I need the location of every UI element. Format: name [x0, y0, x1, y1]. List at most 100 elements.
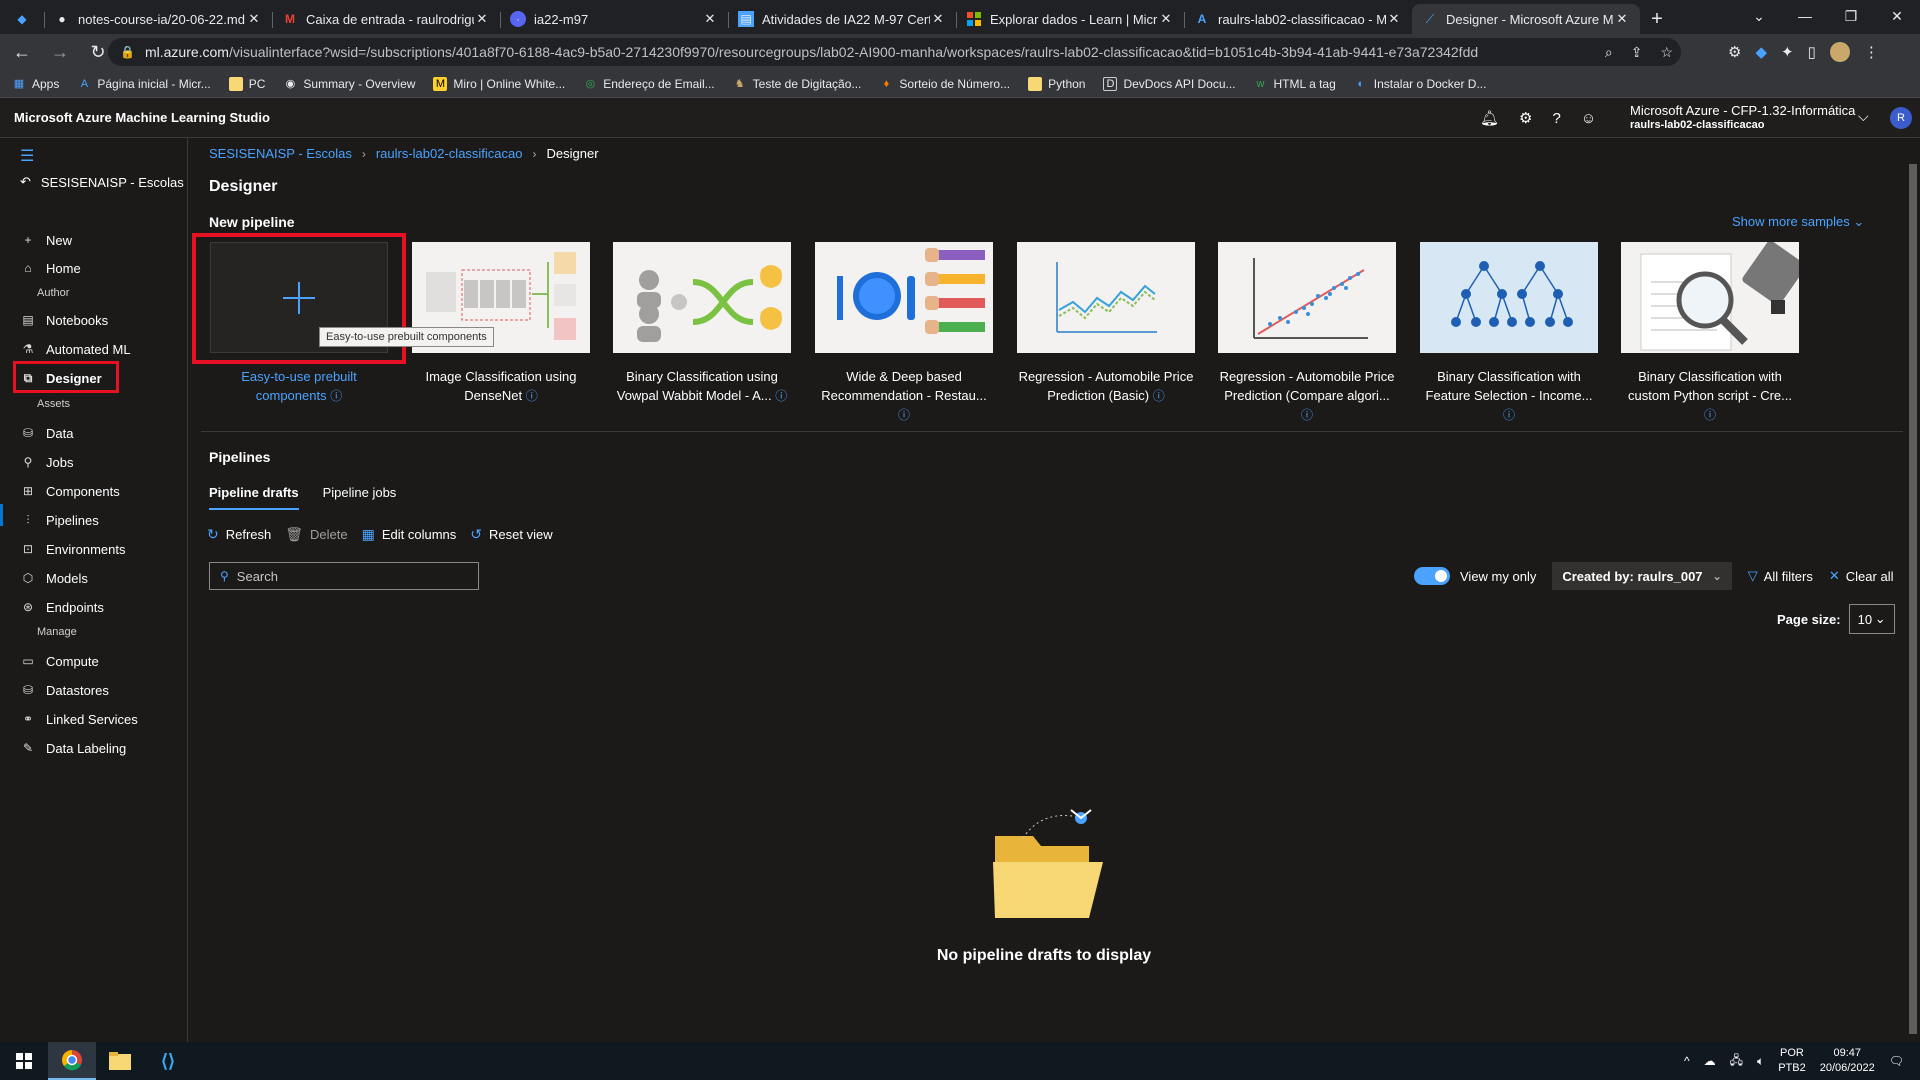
bookmark[interactable]: ◐ Instalar o Docker D...	[1354, 77, 1486, 91]
chevron-up-icon[interactable]: ^	[1684, 1054, 1690, 1068]
close-icon[interactable]: ✕	[930, 11, 946, 27]
onedrive-icon[interactable]: ☁	[1704, 1054, 1716, 1068]
sidebar-item-new[interactable]: + New	[20, 228, 180, 252]
scrollbar-thumb[interactable]	[1909, 164, 1917, 1034]
close-icon[interactable]: ✕	[702, 11, 718, 27]
close-icon[interactable]: ✕	[1614, 11, 1630, 27]
sidebar-item-data[interactable]: ⛁ Data	[20, 421, 180, 445]
bookmark[interactable]: D DevDocs API Docu...	[1103, 76, 1236, 91]
bell-icon[interactable]: 🔔︎	[1480, 109, 1499, 127]
hamburger-menu-icon[interactable]: ☰	[20, 146, 34, 166]
info-icon[interactable]: ⓘ	[1704, 408, 1716, 422]
sidebar-item-endpoints[interactable]: ⊛ Endpoints	[20, 595, 180, 619]
chevron-down-icon[interactable]: ⌵	[1858, 108, 1869, 125]
forward-button[interactable]: →	[44, 36, 76, 68]
browser-tab[interactable]: Explorar dados - Learn | Micros ✕	[956, 4, 1184, 34]
bookmark[interactable]: M Miro | Online White...	[433, 76, 565, 91]
edit-columns-button[interactable]: ▦ Edit columns	[362, 526, 457, 543]
sample-card-python-script[interactable]: Binary Classification with custom Python …	[1621, 242, 1799, 425]
sample-card-feature-selection[interactable]: Binary Classification with Feature Select…	[1420, 242, 1598, 425]
sample-card-regression-compare[interactable]: Regression - Automobile Price Prediction …	[1218, 242, 1396, 425]
all-filters-button[interactable]: ▽ All filters	[1748, 568, 1813, 584]
language-indicator[interactable]: POR PTB2	[1778, 1046, 1806, 1076]
browser-tab[interactable]: ◆	[0, 4, 44, 34]
bookmark[interactable]: ♦ Sorteio de Número...	[879, 77, 1011, 91]
sidebar-item-automated-ml[interactable]: ⚗ Automated ML	[20, 337, 180, 361]
card-label[interactable]: Image Classification using DenseNet ⓘ	[412, 367, 590, 406]
info-icon[interactable]: ⓘ	[1153, 389, 1165, 403]
windows-start-icon[interactable]	[0, 1042, 48, 1080]
address-bar[interactable]: 🔒 ml.azure.com/visualinterface?wsid=/sub…	[108, 38, 1681, 66]
browser-tab[interactable]: · ia22-m97 ✕	[500, 4, 728, 34]
workspace-back-link[interactable]: ↶ SESISENAISP - Escolas	[20, 174, 184, 190]
new-tab-button[interactable]: +	[1640, 4, 1674, 34]
sidebar-item-data-labeling[interactable]: ✎ Data Labeling	[20, 736, 180, 760]
sample-card-image-classification[interactable]: Image Classification using DenseNet ⓘ	[412, 242, 590, 406]
bookmark[interactable]: w HTML a tag	[1254, 77, 1336, 91]
share-icon[interactable]: ⇪	[1631, 44, 1643, 61]
sidebar-item-environments[interactable]: ⊡ Environments	[20, 537, 180, 561]
sidebar-item-notebooks[interactable]: ▤ Notebooks	[20, 308, 180, 332]
info-icon[interactable]: ⓘ	[1301, 408, 1313, 422]
info-icon[interactable]: ⓘ	[775, 389, 787, 403]
sample-card-wide-deep[interactable]: Wide & Deep based Recommendation - Restau…	[815, 242, 993, 425]
info-icon[interactable]: ⓘ	[898, 408, 910, 422]
studio-brand[interactable]: Microsoft Azure Machine Learning Studio	[14, 110, 270, 125]
sidebar-item-home[interactable]: ⌂ Home	[20, 256, 180, 280]
sidebar-item-pipelines[interactable]: ⫶ Pipelines	[20, 508, 180, 532]
browser-tab[interactable]: ▤ Atividades de IA22 M-97 Certifi ✕	[728, 4, 956, 34]
avatar[interactable]: R	[1890, 107, 1912, 129]
sidebar-item-linked-services[interactable]: ⚭ Linked Services	[20, 707, 180, 731]
tab-pipeline-drafts[interactable]: Pipeline drafts	[209, 485, 299, 510]
sidebar-item-compute[interactable]: ▭ Compute	[20, 649, 180, 673]
help-icon[interactable]: ?	[1553, 110, 1561, 127]
browser-tab[interactable]: M Caixa de entrada - raulrodrigue ✕	[272, 4, 500, 34]
bookmark[interactable]: A Página inicial - Micr...	[77, 77, 211, 91]
browser-tab[interactable]: Araulrs-lab02-classificacao - Mic ✕	[1184, 4, 1412, 34]
bookmark[interactable]: ♞ Teste de Digitação...	[733, 77, 862, 91]
sample-card-regression-basic[interactable]: Regression - Automobile Price Prediction …	[1017, 242, 1195, 406]
card-label[interactable]: Easy-to-use prebuilt components ⓘ	[210, 367, 388, 406]
bookmark[interactable]: ◉ Summary - Overview	[283, 77, 416, 91]
menu-icon[interactable]: ⋮	[1864, 43, 1879, 61]
info-icon[interactable]: ⓘ	[526, 389, 538, 403]
search-input[interactable]: ⚲ Search	[209, 562, 479, 590]
bookmark-star-icon[interactable]: ☆	[1660, 44, 1673, 61]
info-icon[interactable]: ⓘ	[1503, 408, 1515, 422]
sidebar-item-components[interactable]: ⊞ Components	[20, 479, 180, 503]
sample-card-vowpal-wabbit[interactable]: Binary Classification using Vowpal Wabbit…	[613, 242, 791, 406]
minimize-button[interactable]: —	[1782, 0, 1828, 32]
sidebar-item-jobs[interactable]: ⚲ Jobs	[20, 450, 180, 474]
volume-icon[interactable]: 🔈︎	[1757, 1054, 1764, 1069]
bookmark[interactable]: ◎ Endereço de Email...	[583, 77, 714, 91]
bookmark[interactable]: PC	[228, 76, 265, 91]
card-label[interactable]: Binary Classification using Vowpal Wabbit…	[613, 367, 791, 406]
close-window-button[interactable]: ✕	[1874, 0, 1920, 32]
card-label[interactable]: Regression - Automobile Price Prediction …	[1218, 367, 1396, 425]
bookmark[interactable]: Python	[1028, 76, 1085, 91]
page-size-select[interactable]: 10 ⌄	[1848, 604, 1895, 634]
account-switcher[interactable]: Microsoft Azure - CFP-1.32-Informática r…	[1630, 104, 1855, 132]
delete-button[interactable]: 🗑︎ Delete	[285, 526, 347, 543]
restore-button[interactable]: ❐	[1828, 0, 1874, 32]
profile-avatar[interactable]	[1829, 42, 1850, 62]
show-more-samples-link[interactable]: Show more samples ⌄	[1732, 214, 1864, 230]
created-by-filter[interactable]: Created by: raulrs_007 ⌄	[1552, 562, 1732, 590]
browser-tab[interactable]: ● notes-course-ia/20-06-22.md a ✕	[44, 4, 272, 34]
close-icon[interactable]: ✕	[474, 11, 490, 27]
gear-icon[interactable]: ⚙	[1519, 109, 1532, 127]
side-panel-icon[interactable]: ▯	[1808, 43, 1816, 61]
extension-shield-icon[interactable]: ◆	[1755, 43, 1767, 61]
close-icon[interactable]: ✕	[1386, 11, 1402, 27]
tab-search-icon[interactable]: ⌄	[1736, 0, 1782, 32]
network-icon[interactable]: 🖧︎	[1730, 1051, 1743, 1072]
tab-pipeline-jobs[interactable]: Pipeline jobs	[323, 485, 397, 510]
info-icon[interactable]: ⓘ	[330, 389, 342, 403]
card-label[interactable]: Wide & Deep based Recommendation - Restau…	[815, 367, 993, 425]
browser-tab-active[interactable]: ⟋ Designer - Microsoft Azure Ma ✕	[1412, 4, 1640, 34]
refresh-button[interactable]: ↻ Refresh	[207, 526, 271, 543]
notification-icon[interactable]: 🗨︎	[1889, 1054, 1904, 1068]
sidebar-item-models[interactable]: ⬡ Models	[20, 566, 180, 590]
page-scrollbar[interactable]	[1906, 138, 1920, 1042]
back-button[interactable]: ←	[6, 36, 38, 68]
